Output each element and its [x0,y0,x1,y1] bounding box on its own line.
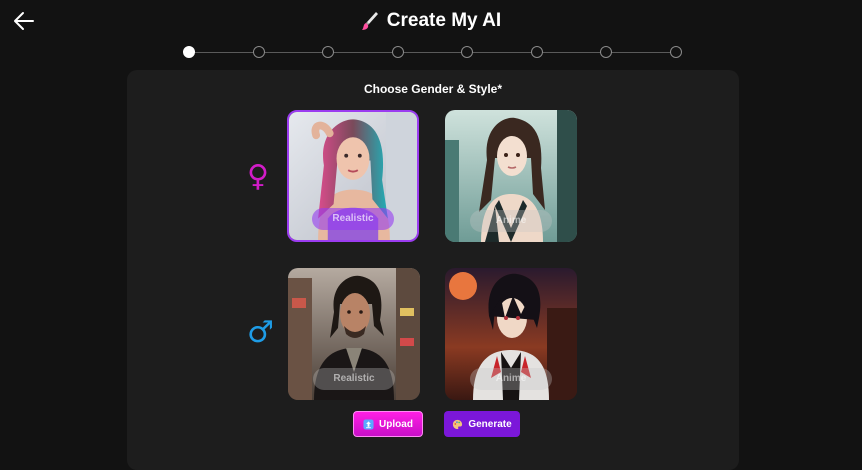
female-anime-card[interactable]: Anime [445,110,577,242]
step-1-dot [183,46,195,58]
generate-button-label: Generate [468,418,512,430]
step-7-dot [600,46,612,58]
panel-title: Choose Gender & Style* [363,82,503,96]
step-3-dot [322,46,334,58]
male-anime-label: Anime [470,368,552,390]
male-anime-card[interactable]: Anime [445,268,577,400]
female-realistic-label: Realistic [312,208,394,230]
upload-icon [363,418,374,430]
progress-stepper [183,45,683,59]
page-title-group: Create My AI [361,10,501,32]
page-title: Create My AI [386,10,502,31]
step-8-dot [669,46,682,58]
upload-button[interactable]: Upload [353,411,423,437]
step-5-dot [461,46,473,58]
paintbrush-icon [361,12,378,30]
female-realistic-card[interactable]: Realistic [287,110,419,242]
step-2-dot [252,46,265,58]
step-4-dot [391,46,404,58]
female-anime-label: Anime [470,210,552,232]
step-6-dot [530,46,543,58]
gender-style-panel: Choose Gender & Style* ♀ ♂ Realistic Ani… [127,70,739,470]
male-realistic-label: Realistic [313,368,395,390]
generate-button[interactable]: Generate [444,411,520,437]
male-symbol-icon: ♂ [247,315,274,350]
upload-button-label: Upload [379,418,413,430]
female-symbol-icon: ♀ [247,159,269,194]
male-realistic-card[interactable]: Realistic [288,268,420,400]
palette-icon [453,419,463,429]
